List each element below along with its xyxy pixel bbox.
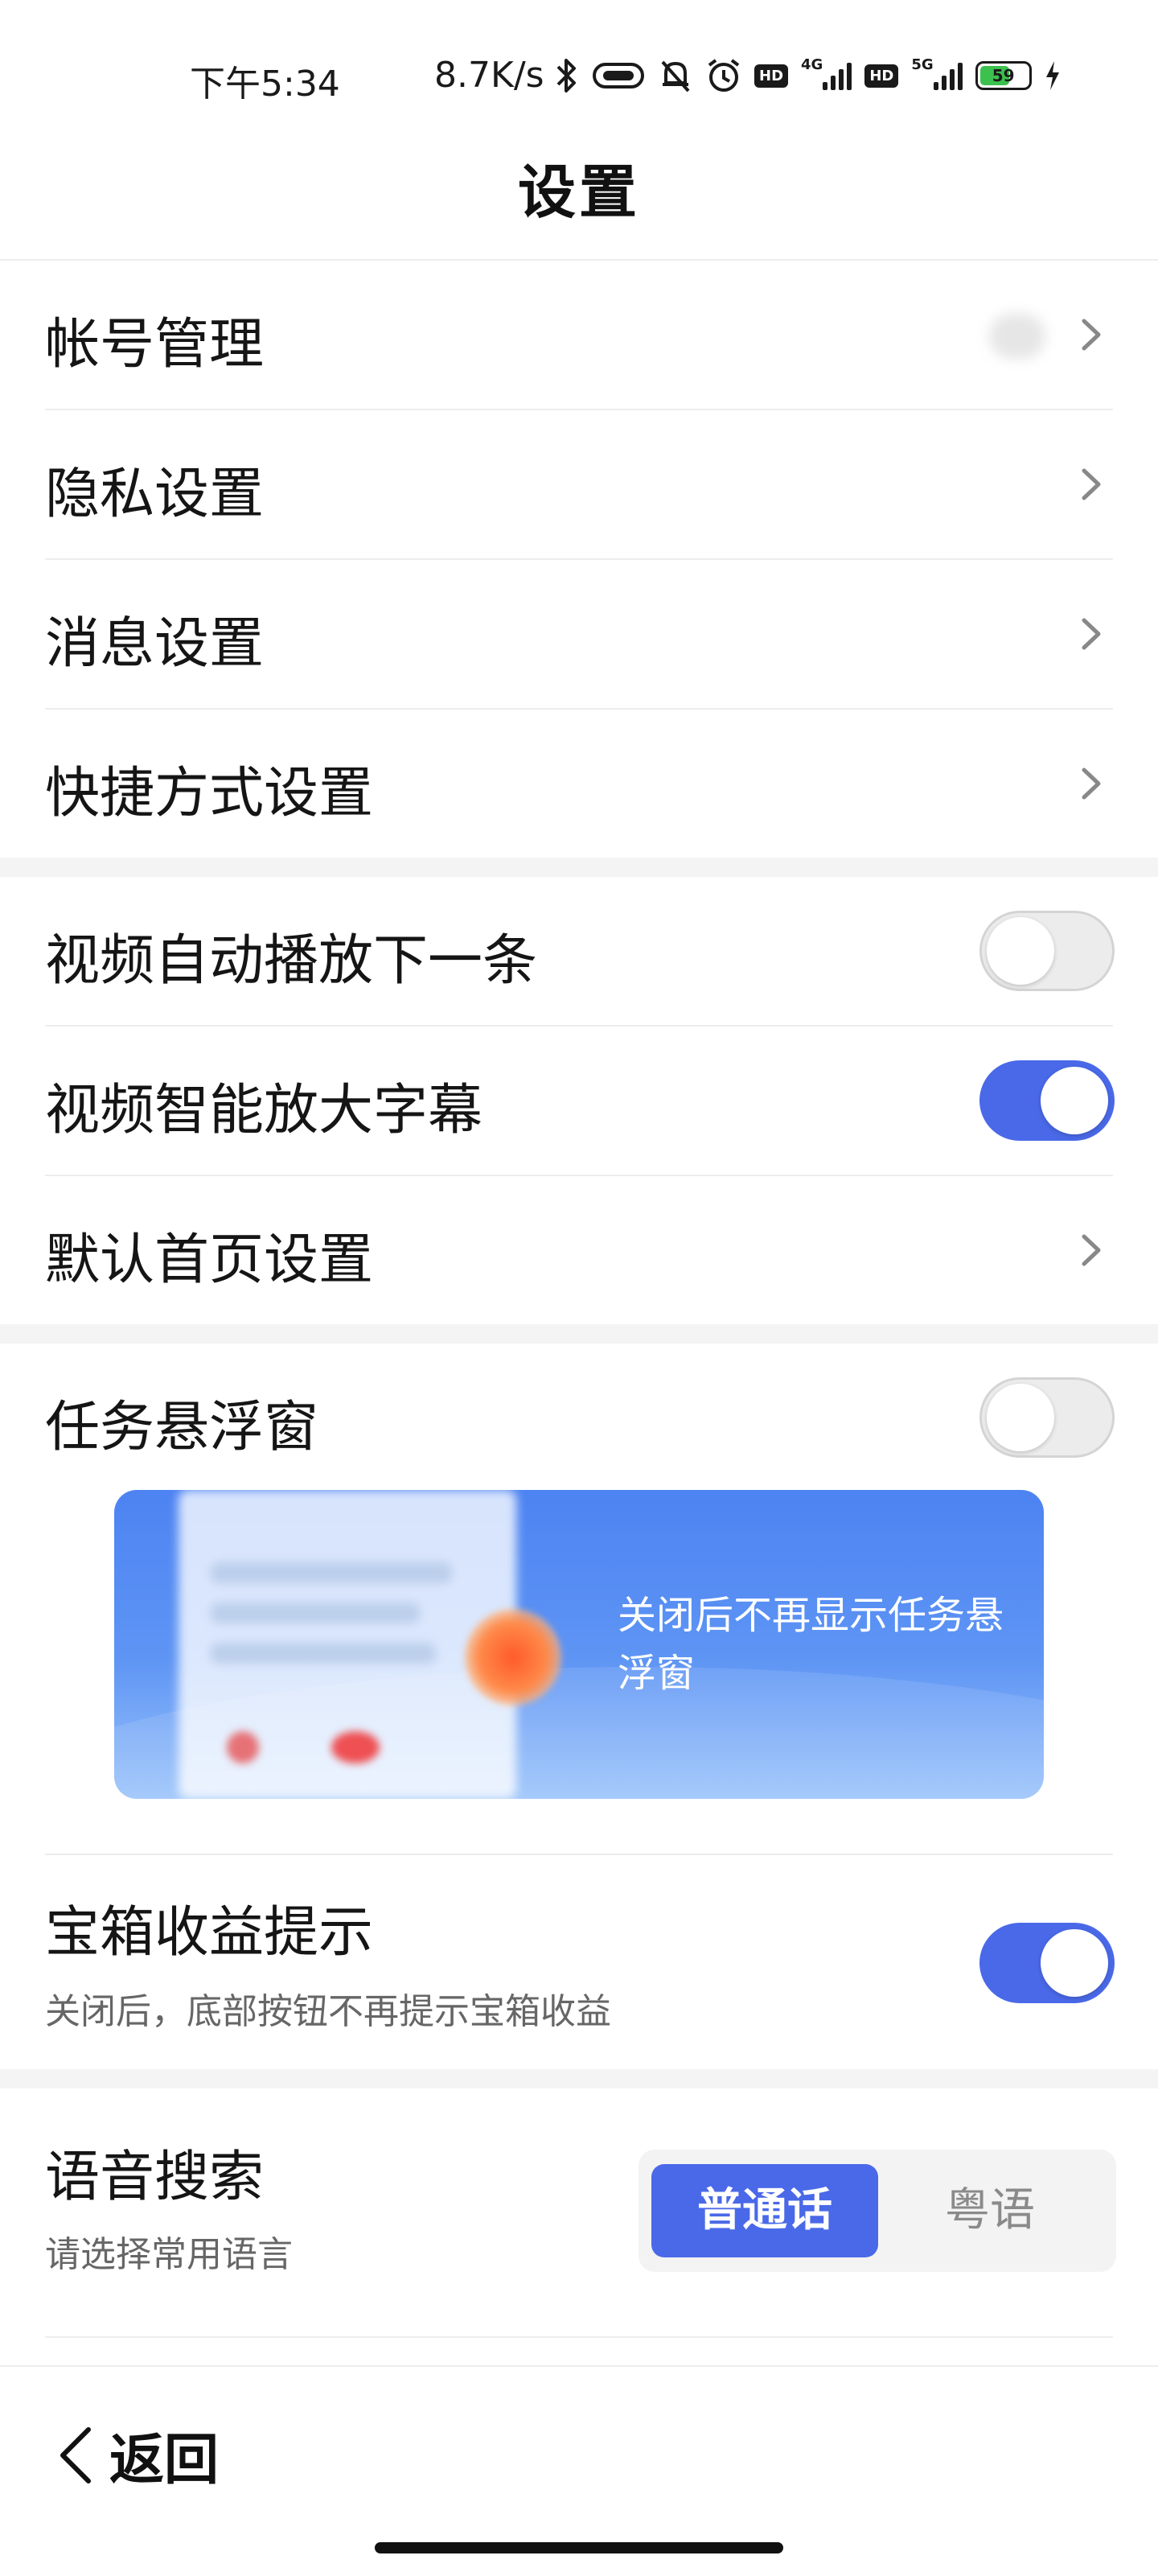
alarm-icon bbox=[706, 53, 741, 98]
hd-icon: HD bbox=[864, 53, 899, 98]
row-label: 视频自动播放下一条 bbox=[45, 929, 538, 993]
task-float-row: 任务悬浮窗 bbox=[0, 1344, 1158, 1492]
task-float-toggle[interactable] bbox=[979, 1377, 1115, 1458]
account-management-row[interactable]: 帐号管理 bbox=[0, 261, 1158, 409]
back-arrow-icon bbox=[60, 2426, 91, 2483]
row-sublabel: 关闭后，底部按钮不再提示宝箱收益 bbox=[45, 1991, 611, 2032]
row-label: 语音搜索 bbox=[45, 2146, 265, 2209]
network-type-label: 4G bbox=[801, 56, 823, 73]
page-title: 设置 bbox=[517, 158, 640, 226]
privacy-settings-row[interactable]: 隐私设置 bbox=[0, 410, 1158, 558]
hd-icon: HD bbox=[754, 53, 789, 98]
signal-icon: 4G bbox=[801, 53, 852, 98]
home-indicator[interactable] bbox=[375, 2542, 783, 2553]
status-time: 下午5:34 bbox=[190, 64, 340, 105]
row-label: 隐私设置 bbox=[45, 463, 265, 526]
section-gap bbox=[0, 858, 1158, 877]
signal-icon: 5G bbox=[911, 53, 963, 98]
language-option-cantonese[interactable]: 粤语 bbox=[877, 2164, 1103, 2257]
language-selector: 普通话 粤语 bbox=[639, 2150, 1116, 2272]
network-type-label: 5G bbox=[911, 56, 934, 73]
status-bar: 下午5:34 8.7K/s HD 4G HD 5G 59 bbox=[0, 0, 1158, 153]
hd-label: HD bbox=[864, 64, 899, 88]
back-label: 返回 bbox=[109, 2429, 220, 2492]
bluetooth-icon bbox=[555, 53, 579, 98]
back-button[interactable]: 返回 bbox=[53, 2415, 219, 2495]
default-homepage-row[interactable]: 默认首页设置 bbox=[0, 1176, 1158, 1324]
network-speed: 8.7K/s bbox=[434, 55, 544, 96]
row-label: 视频智能放大字幕 bbox=[45, 1079, 483, 1142]
autoplay-toggle[interactable] bbox=[979, 911, 1115, 991]
video-subtitle-row: 视频智能放大字幕 bbox=[0, 1027, 1158, 1175]
row-label: 消息设置 bbox=[45, 612, 265, 676]
row-label: 任务悬浮窗 bbox=[45, 1396, 319, 1459]
row-label: 快捷方式设置 bbox=[45, 762, 374, 825]
chevron-right-icon bbox=[1082, 1234, 1101, 1266]
chevron-right-icon bbox=[1082, 319, 1101, 351]
treasure-reward-row: 宝箱收益提示 关闭后，底部按钮不再提示宝箱收益 bbox=[0, 1855, 1158, 2069]
row-label: 帐号管理 bbox=[45, 313, 265, 377]
battery-icon: 59 bbox=[975, 53, 1032, 98]
vibrate-icon bbox=[592, 53, 645, 98]
treasure-toggle[interactable] bbox=[979, 1923, 1115, 2003]
shortcut-settings-row[interactable]: 快捷方式设置 bbox=[0, 710, 1158, 858]
chevron-right-icon bbox=[1082, 767, 1101, 800]
row-label: 默认首页设置 bbox=[45, 1228, 374, 1292]
message-settings-row[interactable]: 消息设置 bbox=[0, 560, 1158, 708]
section-gap bbox=[0, 2069, 1158, 2088]
avatar bbox=[989, 314, 1045, 359]
banner-text: 关闭后不再显示任务悬浮窗 bbox=[618, 1593, 1004, 1696]
charging-icon bbox=[1045, 53, 1061, 98]
bottom-bar: 返回 bbox=[0, 2365, 1158, 2576]
subtitle-toggle[interactable] bbox=[979, 1060, 1115, 1141]
chevron-right-icon bbox=[1082, 618, 1101, 650]
row-sublabel: 请选择常用语言 bbox=[45, 2234, 293, 2275]
battery-level: 59 bbox=[992, 66, 1015, 85]
chevron-right-icon bbox=[1082, 468, 1101, 500]
task-float-preview-banner: 关闭后不再显示任务悬浮窗 bbox=[114, 1490, 1044, 1799]
row-label: 宝箱收益提示 bbox=[45, 1901, 374, 1965]
section-gap bbox=[0, 1324, 1158, 1344]
hd-label: HD bbox=[754, 64, 789, 88]
floating-orb-icon bbox=[465, 1609, 561, 1706]
status-icons: HD 4G HD 5G 59 bbox=[555, 53, 1061, 98]
language-option-mandarin[interactable]: 普通话 bbox=[651, 2164, 878, 2257]
divider bbox=[45, 2336, 1113, 2338]
video-autoplay-row: 视频自动播放下一条 bbox=[0, 877, 1158, 1025]
mute-icon bbox=[658, 53, 693, 98]
